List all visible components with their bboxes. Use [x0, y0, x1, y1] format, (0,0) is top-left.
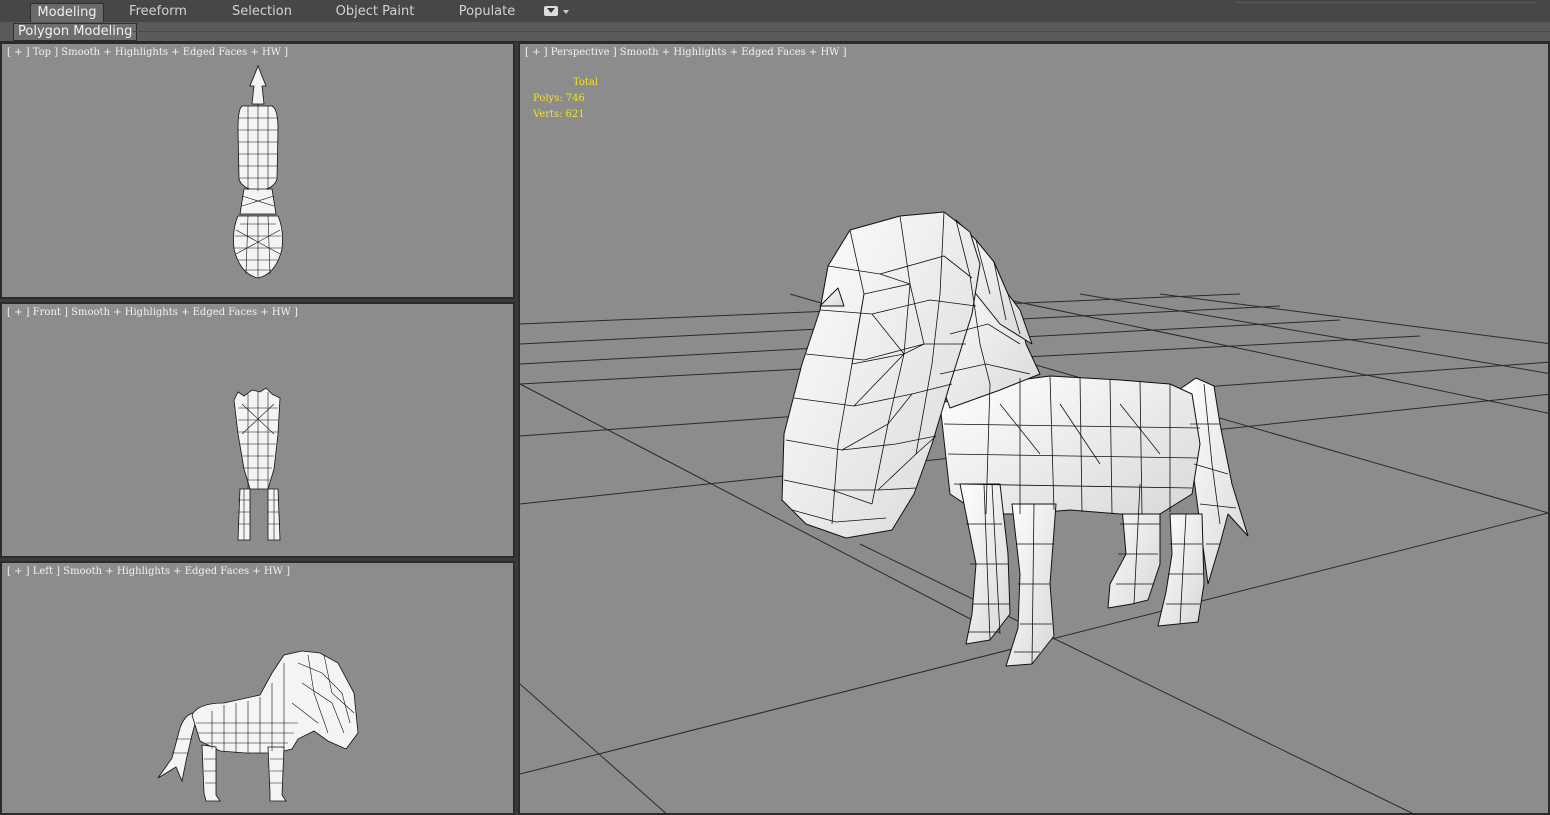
horse-perspective-model: [781, 211, 1249, 667]
polygon-modeling-tab[interactable]: Polygon Modeling: [13, 23, 138, 41]
tab-selection[interactable]: Selection: [224, 3, 300, 21]
ribbon-options-icon[interactable]: [544, 6, 558, 16]
ribbon-tab-bar: Modeling Freeform Selection Object Paint…: [0, 0, 1550, 23]
horse-front-view: [233, 387, 281, 541]
ribbon-panel-divider: [132, 31, 1550, 32]
horse-left-view: [157, 650, 359, 802]
viewport-left[interactable]: [ + ] Left ] Smooth + Highlights + Edged…: [0, 561, 515, 815]
ribbon-divider: [1235, 2, 1535, 3]
tab-object-paint[interactable]: Object Paint: [330, 3, 420, 21]
viewport-top[interactable]: [ + ] Top ] Smooth + Highlights + Edged …: [0, 42, 515, 299]
tab-freeform[interactable]: Freeform: [120, 3, 196, 21]
horse-top-view: [233, 64, 283, 279]
ribbon-panel-bar: Polygon Modeling: [0, 22, 1550, 42]
tab-populate[interactable]: Populate: [452, 3, 522, 21]
viewport-front[interactable]: [ + ] Front ] Smooth + Highlights + Edge…: [0, 302, 515, 558]
viewport-perspective[interactable]: [ + ] Perspective ] Smooth + Highlights …: [518, 42, 1550, 815]
chevron-down-icon[interactable]: [563, 10, 569, 14]
tab-modeling[interactable]: Modeling: [30, 3, 104, 22]
